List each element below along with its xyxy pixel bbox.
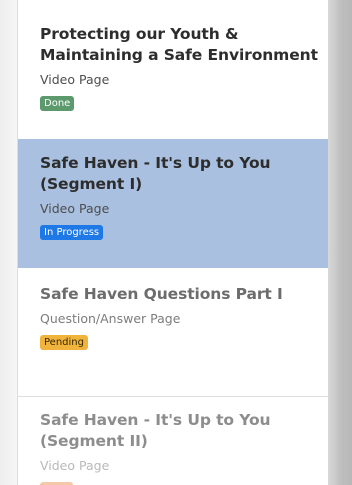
lesson-item-protecting-youth[interactable]: Protecting our Youth & Maintaining a Saf… (18, 0, 328, 139)
lesson-title-line: Safe Haven - It's Up to You (40, 411, 271, 429)
lesson-list-panel: Protecting our Youth & Maintaining a Saf… (17, 0, 328, 485)
status-badge-done: Done (40, 96, 75, 111)
lesson-item-safe-haven-segment-2[interactable]: Safe Haven - It's Up to You (Segment II)… (18, 397, 328, 485)
lesson-title-line: Protecting our Youth & (40, 25, 239, 43)
status-badge-pending: Pending (40, 335, 88, 350)
lesson-title: Safe Haven Questions Part I (40, 284, 328, 305)
scrollbar-track[interactable] (328, 0, 352, 485)
lesson-item-safe-haven-segment-1[interactable]: Safe Haven - It's Up to You (Segment I) … (18, 139, 328, 268)
lesson-title: Safe Haven - It's Up to You (Segment II) (40, 410, 328, 452)
lesson-type: Video Page (40, 458, 110, 473)
lesson-item-safe-haven-questions-1[interactable]: Safe Haven Questions Part I Question/Ans… (18, 268, 328, 396)
lesson-title: Protecting our Youth & Maintaining a Saf… (40, 24, 328, 66)
lesson-title: Safe Haven - It's Up to You (Segment I) (40, 153, 328, 195)
status-badge-in-progress: In Progress (40, 225, 104, 240)
left-gutter (0, 0, 17, 485)
lesson-type: Question/Answer Page (40, 311, 181, 326)
lesson-title-line: (Segment I) (40, 175, 143, 193)
lesson-type: Video Page (40, 72, 110, 87)
lesson-title-line: Maintaining a Safe Environment (40, 46, 318, 64)
lesson-title-line: Safe Haven Questions Part I (40, 285, 283, 303)
lesson-title-line: Safe Haven - It's Up to You (40, 154, 271, 172)
lesson-title-line: (Segment II) (40, 432, 148, 450)
lesson-type: Video Page (40, 201, 110, 216)
